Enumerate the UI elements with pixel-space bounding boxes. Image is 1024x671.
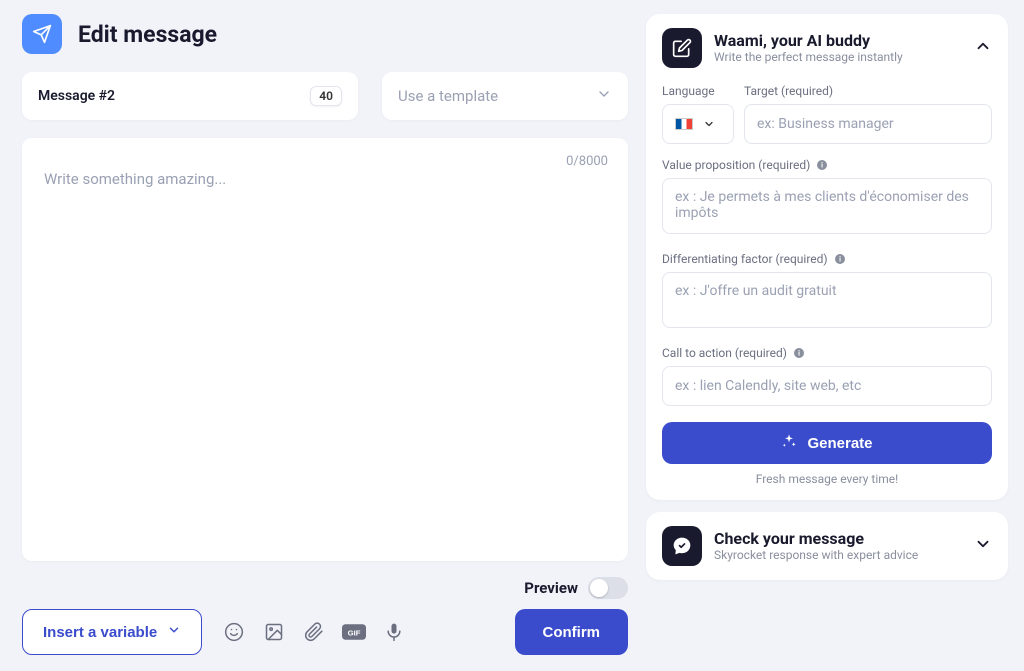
svg-text:i: i (839, 256, 841, 264)
cta-input[interactable] (662, 366, 992, 406)
flag-france-icon (675, 118, 693, 130)
template-dropdown[interactable]: Use a template (382, 72, 628, 120)
preview-label: Preview (524, 579, 578, 597)
waami-panel: Waami, your AI buddy Write the perfect m… (646, 14, 1008, 500)
chevron-down-icon (596, 86, 612, 106)
gif-icon[interactable]: GIF (342, 620, 366, 644)
microphone-icon[interactable] (382, 620, 406, 644)
page-header: Edit message (22, 14, 628, 54)
attachment-icon[interactable] (302, 620, 326, 644)
confirm-button[interactable]: Confirm (515, 609, 629, 655)
page-title: Edit message (78, 21, 217, 48)
sparkle-icon (781, 433, 797, 453)
insert-variable-button[interactable]: Insert a variable (22, 609, 202, 655)
target-input[interactable] (744, 104, 992, 144)
diff-factor-input[interactable] (662, 272, 992, 328)
svg-text:GIF: GIF (348, 628, 361, 637)
chat-check-icon (662, 526, 702, 566)
generate-button[interactable]: Generate (662, 422, 992, 464)
emoji-icon[interactable] (222, 620, 246, 644)
target-label: Target (required) (744, 84, 992, 98)
cta-label: Call to action (required) (662, 346, 787, 360)
check-subtitle: Skyrocket response with expert advice (714, 548, 962, 564)
value-prop-input[interactable] (662, 178, 992, 234)
collapse-icon[interactable] (974, 37, 992, 59)
generate-label: Generate (807, 435, 872, 452)
language-label: Language (662, 84, 734, 98)
svg-text:i: i (821, 162, 823, 170)
preview-toggle[interactable] (588, 577, 628, 599)
message-textarea[interactable] (42, 154, 608, 545)
char-counter: 0/8000 (566, 154, 608, 169)
message-label: Message #2 (38, 88, 115, 104)
check-title: Check your message (714, 529, 962, 548)
info-icon[interactable]: i (816, 159, 828, 171)
message-editor: 0/8000 (22, 138, 628, 561)
waami-subtitle: Write the perfect message instantly (714, 50, 962, 66)
info-icon[interactable]: i (793, 347, 805, 359)
waami-title: Waami, your AI buddy (714, 31, 962, 50)
check-message-panel[interactable]: Check your message Skyrocket response wi… (646, 512, 1008, 580)
message-selector[interactable]: Message #2 40 (22, 72, 358, 120)
send-icon (22, 14, 62, 54)
expand-icon[interactable] (974, 535, 992, 557)
template-placeholder: Use a template (398, 87, 498, 105)
message-count-badge: 40 (310, 86, 342, 106)
info-icon[interactable]: i (834, 253, 846, 265)
diff-factor-label: Differentiating factor (required) (662, 252, 828, 266)
value-prop-label: Value proposition (required) (662, 158, 810, 172)
svg-text:i: i (798, 350, 800, 358)
language-select[interactable] (662, 104, 734, 144)
compose-icon (662, 28, 702, 68)
image-icon[interactable] (262, 620, 286, 644)
chevron-down-icon (703, 115, 715, 134)
toggle-knob (590, 579, 608, 597)
generate-hint: Fresh message every time! (662, 472, 992, 486)
insert-variable-label: Insert a variable (43, 624, 157, 641)
chevron-down-icon (167, 623, 181, 641)
